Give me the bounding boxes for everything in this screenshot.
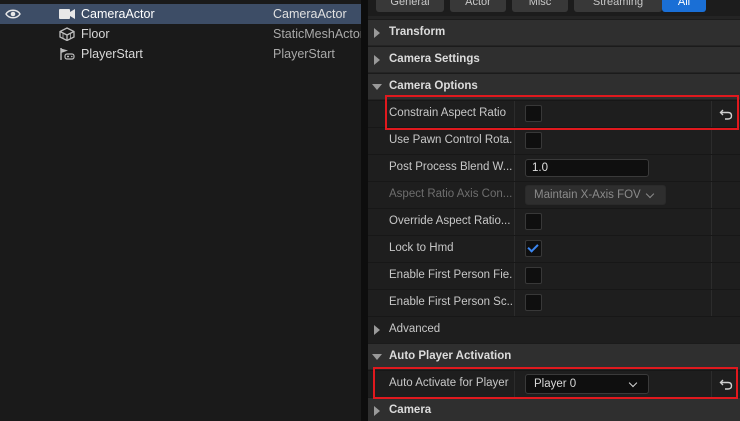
dropdown-value: Player 0 (534, 378, 577, 390)
property-label: Lock to Hmd (389, 242, 454, 254)
expand-arrow-icon (374, 325, 380, 335)
property-label: Override Aspect Ratio... (389, 215, 511, 227)
category-label: Transform (389, 26, 446, 38)
player-start-icon (60, 48, 75, 60)
property-label: Enable First Person Sc... (389, 296, 513, 308)
dropdown-value: Maintain X-Axis FOV (534, 189, 641, 201)
prop-override-aspect-ratio: Override Aspect Ratio... (368, 208, 740, 236)
details-panel: General Actor Misc Streaming All Transfo… (368, 0, 740, 421)
outliner-row-cameraactor[interactable]: CameraActor CameraActor (0, 4, 361, 24)
checkmark-icon (527, 241, 539, 253)
lock-to-hmd-checkbox[interactable] (525, 240, 542, 257)
outliner-row-playerstart[interactable]: PlayerStart PlayerStart (0, 44, 361, 64)
enable-first-person-scale-checkbox[interactable] (525, 294, 542, 311)
expand-arrow-icon (374, 28, 380, 38)
panel-splitter[interactable] (361, 0, 368, 421)
use-pawn-control-rotation-checkbox[interactable] (525, 132, 542, 149)
prop-lock-to-hmd: Lock to Hmd (368, 235, 740, 263)
reset-to-default-icon[interactable] (719, 377, 733, 391)
tab-streaming[interactable]: Streaming (574, 0, 662, 12)
property-label: Post Process Blend W... (389, 161, 513, 173)
chevron-down-icon (645, 189, 655, 199)
camera-icon (59, 9, 75, 19)
prop-enable-first-person-field: Enable First Person Fie... (368, 262, 740, 290)
world-outliner: CameraActor CameraActor Floor StaticMesh… (0, 0, 361, 421)
prop-post-process-blend-weight: Post Process Blend W... 1.0 (368, 154, 740, 182)
tab-actor[interactable]: Actor (450, 0, 506, 12)
prop-aspect-ratio-axis-constraint: Aspect Ratio Axis Con... Maintain X-Axis… (368, 181, 740, 209)
prop-constrain-aspect-ratio: Constrain Aspect Ratio (368, 100, 740, 128)
outliner-row-floor[interactable]: Floor StaticMeshActor (0, 24, 361, 44)
outliner-item-name: PlayerStart (81, 47, 143, 61)
reset-to-default-icon[interactable] (719, 107, 733, 121)
property-label: Use Pawn Control Rota... (389, 134, 513, 146)
collapse-arrow-icon (372, 84, 382, 90)
details-filter-tabs: General Actor Misc Streaming All (368, 0, 740, 16)
prop-enable-first-person-scale: Enable First Person Sc... (368, 289, 740, 317)
chevron-down-icon (628, 378, 638, 388)
category-transform[interactable]: Transform (368, 19, 740, 45)
category-camera-options[interactable]: Camera Options (368, 73, 740, 99)
auto-activate-for-player-dropdown[interactable]: Player 0 (525, 374, 649, 394)
advanced-section[interactable]: Advanced (368, 316, 740, 343)
enable-first-person-field-checkbox[interactable] (525, 267, 542, 284)
visibility-eye-icon[interactable] (5, 8, 21, 20)
expand-arrow-icon (374, 406, 380, 416)
property-label: Constrain Aspect Ratio (389, 107, 506, 119)
tab-general[interactable]: General (376, 0, 444, 12)
outliner-item-type: PlayerStart (273, 47, 335, 61)
post-process-blend-weight-input[interactable]: 1.0 (525, 159, 649, 177)
outliner-item-type: CameraActor (273, 7, 347, 21)
prop-use-pawn-control-rotation: Use Pawn Control Rota... (368, 127, 740, 155)
tab-misc[interactable]: Misc (512, 0, 568, 12)
category-auto-player-activation[interactable]: Auto Player Activation (368, 343, 740, 369)
outliner-item-name: CameraActor (81, 7, 155, 21)
property-label: Aspect Ratio Axis Con... (389, 188, 513, 200)
property-label: Auto Activate for Player (389, 377, 509, 389)
advanced-label: Advanced (389, 323, 441, 335)
outliner-item-type: StaticMeshActor (273, 27, 361, 41)
constrain-aspect-ratio-checkbox[interactable] (525, 105, 542, 122)
collapse-arrow-icon (372, 354, 382, 360)
aspect-ratio-axis-constraint-dropdown[interactable]: Maintain X-Axis FOV (525, 185, 666, 205)
property-label: Enable First Person Fie... (389, 269, 513, 281)
category-camera-settings[interactable]: Camera Settings (368, 46, 740, 72)
category-label: Camera Options (389, 80, 478, 92)
prop-auto-activate-for-player: Auto Activate for Player Player 0 (368, 370, 740, 398)
category-label: Camera (389, 404, 432, 416)
category-camera[interactable]: Camera (368, 397, 740, 421)
category-label: Auto Player Activation (389, 350, 512, 362)
outliner-item-name: Floor (81, 27, 110, 41)
expand-arrow-icon (374, 55, 380, 65)
tab-all[interactable]: All (662, 0, 706, 12)
category-label: Camera Settings (389, 53, 480, 65)
override-aspect-ratio-checkbox[interactable] (525, 213, 542, 230)
static-mesh-icon (59, 27, 75, 41)
